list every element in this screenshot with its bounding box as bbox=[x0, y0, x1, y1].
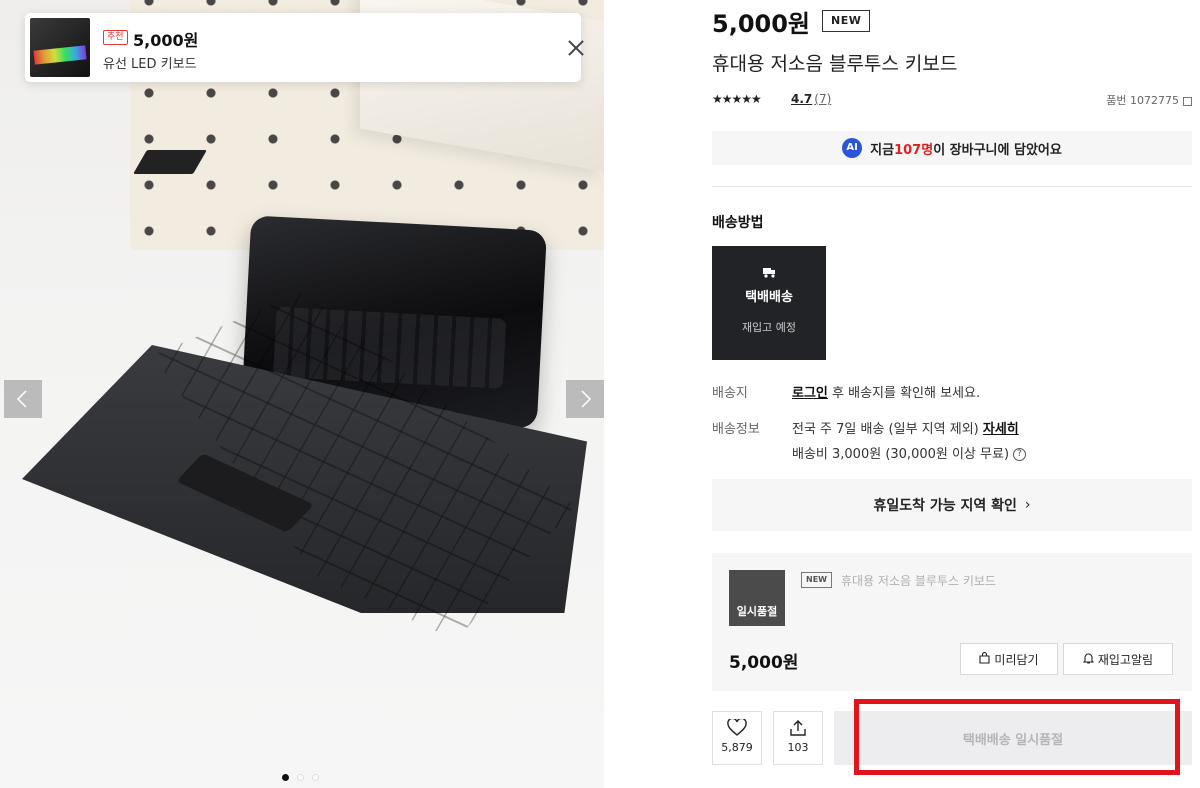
chevron-left-icon bbox=[16, 390, 27, 408]
option-thumbnail: 일시품절 bbox=[729, 570, 785, 626]
option-name: 휴대용 저소음 블루투스 키보드 bbox=[841, 574, 996, 588]
option-new-badge: NEW bbox=[801, 572, 832, 588]
region-check-label: 휴일도착 가능 지역 확인 bbox=[873, 498, 1017, 514]
shipping-info-label: 배송정보 bbox=[712, 422, 760, 437]
holiday-region-check-button[interactable]: 휴일도착 가능 지역 확인 › bbox=[712, 479, 1192, 531]
shipping-fee-text: 배송비 3,000원 (30,000원 이상 무료) bbox=[792, 447, 1010, 462]
star-rating-icon: ★★★★★ bbox=[712, 92, 762, 106]
share-button[interactable]: 103 bbox=[773, 711, 823, 765]
shipping-info-row: 배송정보 전국 주 7일 배송 (일부 지역 제외) 자세히 bbox=[712, 418, 1019, 437]
destination-text: 후 배송지를 확인해 보세요. bbox=[827, 386, 981, 401]
gallery-dot[interactable] bbox=[312, 774, 319, 781]
review-count[interactable]: (7) bbox=[814, 92, 831, 106]
ai-banner-count: 107명 bbox=[894, 142, 934, 158]
soldout-button[interactable]: 택배배송 일시품절 bbox=[834, 711, 1192, 765]
gallery-dot[interactable] bbox=[297, 774, 304, 781]
heart-icon bbox=[727, 717, 747, 736]
bell-icon bbox=[1082, 652, 1095, 667]
divider bbox=[712, 186, 1192, 187]
product-price: 5,000원 bbox=[712, 10, 810, 38]
shipping-method-option[interactable]: 택배배송 재입고 예정 bbox=[712, 246, 826, 360]
like-button[interactable]: 5,879 bbox=[712, 711, 762, 765]
destination-label: 배송지 bbox=[712, 386, 748, 401]
shipping-method-label: 택배배송 bbox=[745, 290, 793, 305]
gallery-pagination bbox=[282, 774, 319, 781]
selected-option-card: 일시품절 NEW 휴대용 저소음 블루투스 키보드 5,000원 미리담기 재입… bbox=[712, 553, 1192, 691]
product-info-panel: 5,000원 NEW 휴대용 저소음 블루투스 키보드 ★★★★★ 4.7 (7)… bbox=[712, 0, 1192, 788]
gallery-dot[interactable] bbox=[282, 774, 289, 781]
recommend-badge: 추천 bbox=[103, 30, 128, 45]
share-count: 103 bbox=[787, 741, 809, 754]
toast-product-name[interactable]: 유선 LED 키보드 bbox=[103, 53, 197, 72]
ai-icon: AI bbox=[842, 138, 863, 158]
shipping-destination-row: 배송지 로그인 후 배송지를 확인해 보세요. bbox=[712, 382, 980, 401]
toast-price: 5,000원 bbox=[133, 31, 199, 50]
login-link[interactable]: 로그인 bbox=[792, 386, 828, 401]
recommendation-toast[interactable]: 추천 5,000원 유선 LED 키보드 bbox=[25, 13, 581, 82]
share-icon bbox=[790, 720, 806, 736]
new-badge: NEW bbox=[822, 10, 871, 32]
pre-cart-button[interactable]: 미리담기 bbox=[960, 643, 1058, 675]
product-sku[interactable]: 품번 1072775 bbox=[1106, 92, 1192, 108]
copy-icon[interactable] bbox=[1183, 96, 1192, 106]
gallery-prev-button[interactable] bbox=[4, 380, 42, 418]
soldout-overlay-label: 일시품절 bbox=[736, 605, 778, 618]
shipping-detail-link[interactable]: 자세히 bbox=[983, 422, 1019, 437]
option-price: 5,000원 bbox=[729, 653, 799, 673]
truck-icon bbox=[712, 266, 826, 282]
restock-alert-button[interactable]: 재입고알림 bbox=[1063, 643, 1173, 675]
restock-alert-label: 재입고알림 bbox=[1097, 652, 1154, 667]
question-icon[interactable]: ? bbox=[1013, 448, 1027, 461]
bag-icon bbox=[979, 651, 990, 667]
toast-thumbnail[interactable] bbox=[30, 18, 90, 77]
rating-value[interactable]: 4.7 bbox=[791, 92, 812, 106]
product-title: 휴대용 저소음 블루투스 키보드 bbox=[712, 53, 958, 75]
like-count: 5,879 bbox=[721, 741, 753, 754]
close-icon[interactable] bbox=[565, 37, 587, 59]
purchase-action-bar: 5,879 103 택배배송 일시품절 bbox=[712, 711, 1192, 765]
gallery-next-button[interactable] bbox=[566, 380, 604, 418]
chevron-right-icon bbox=[581, 390, 592, 408]
shipping-method-status: 재입고 예정 bbox=[741, 321, 797, 334]
shipping-method-heading: 배송방법 bbox=[712, 215, 764, 231]
chevron-right-icon: › bbox=[1024, 497, 1031, 513]
sku-text: 품번 1072775 bbox=[1106, 94, 1179, 107]
pre-cart-label: 미리담기 bbox=[994, 652, 1039, 667]
rating-link[interactable]: 4.7 (7) bbox=[791, 92, 831, 106]
ai-banner-suffix: 이 장바구니에 담았어요 bbox=[933, 142, 1062, 158]
ai-cart-banner: AI 지금 107명 이 장바구니에 담았어요 bbox=[712, 131, 1192, 165]
ai-banner-prefix: 지금 bbox=[870, 142, 895, 158]
product-image-gallery[interactable]: 추천 5,000원 유선 LED 키보드 bbox=[0, 0, 604, 788]
shipping-info-text: 전국 주 7일 배송 (일부 지역 제외) bbox=[792, 422, 983, 437]
